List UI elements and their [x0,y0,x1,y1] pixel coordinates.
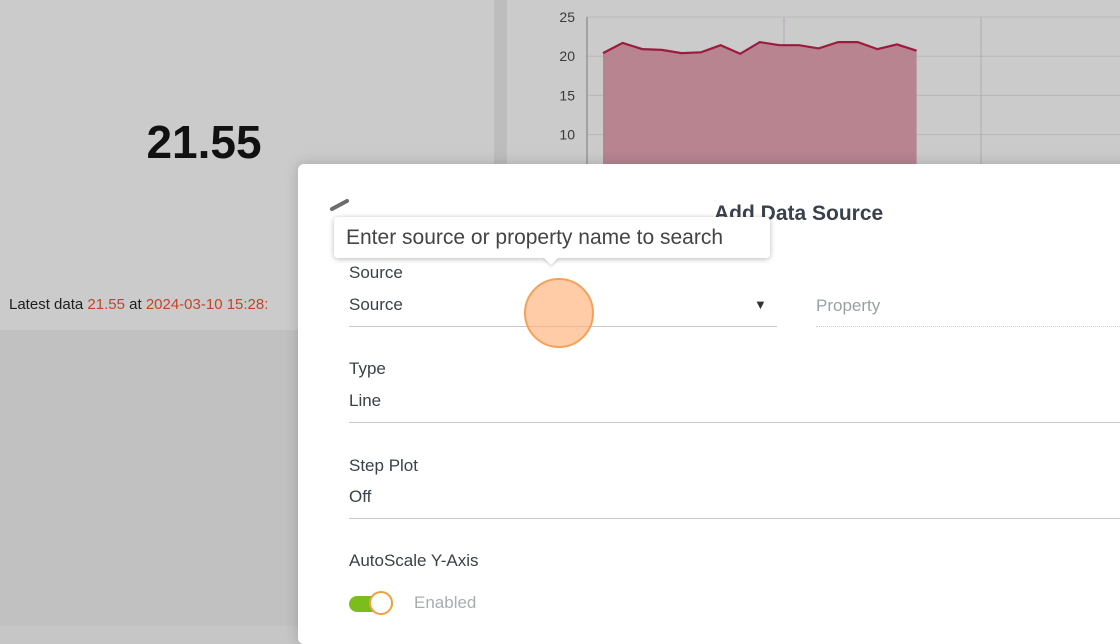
source-select[interactable]: Source [349,295,403,315]
current-value: 21.55 [0,115,408,169]
latest-value: 21.55 [87,296,125,313]
type-label: Type [349,359,386,379]
type-select[interactable]: Line [349,391,381,411]
step-plot-underline [349,518,1120,519]
step-plot-label: Step Plot [349,456,418,476]
source-label: Source [349,263,403,283]
autoscale-state: Enabled [414,593,476,613]
latest-at: at [129,296,142,313]
y-tick-label: 15 [559,87,575,103]
toggle-knob [369,591,393,615]
step-plot-select[interactable]: Off [349,487,371,507]
click-indicator [524,278,594,348]
tooltip-arrow [543,257,559,265]
autoscale-label: AutoScale Y-Axis [349,551,478,571]
y-tick-label: 10 [559,127,575,143]
search-tooltip: Enter source or property name to search [334,217,770,258]
type-underline [349,422,1120,423]
latest-prefix: Latest data [9,296,83,313]
property-input[interactable]: Property [816,296,880,316]
y-tick-label: 20 [559,48,575,64]
chevron-down-icon[interactable]: ▼ [754,297,767,312]
latest-timestamp: 2024-03-10 15:28: [146,296,269,313]
latest-data-line: Latest data 21.55 at 2024-03-10 15:28: [9,296,268,313]
property-underline [816,326,1120,327]
autoscale-toggle[interactable] [349,591,395,615]
y-tick-label: 25 [559,9,575,25]
